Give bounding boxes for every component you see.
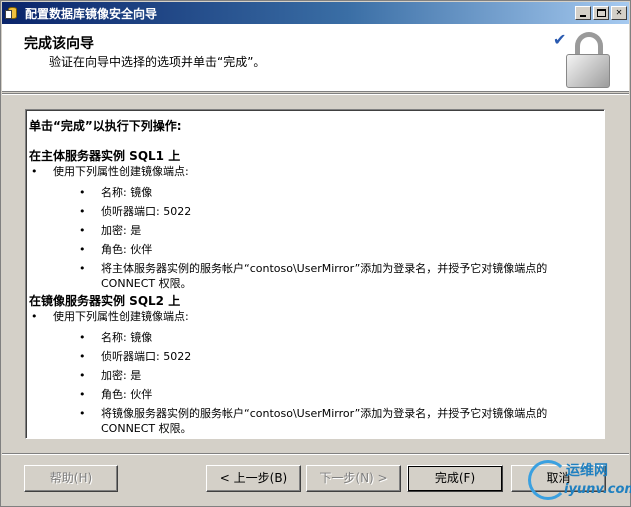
maximize-icon [597, 9, 606, 17]
list-item: • 名称: 镜像 [29, 185, 604, 200]
property-name: 名称: 镜像 [101, 331, 153, 344]
previous-button[interactable]: < 上一步(B) [206, 465, 301, 492]
finish-button[interactable]: 完成(F) [407, 465, 503, 492]
list-item: • 将主体服务器实例的服务帐户“contoso\UserMirror”添加为登录… [29, 261, 604, 291]
property-role: 角色: 伙伴 [101, 388, 153, 401]
header-divider [2, 93, 629, 95]
property-name: 名称: 镜像 [101, 186, 153, 199]
section-heading-mirror: 在镜像服务器实例 SQL2 上 [29, 294, 181, 308]
property-port: 侦听器端口: 5022 [101, 205, 192, 218]
wizard-header: 完成该向导 验证在向导中选择的选项并单击“完成”。 ✔ [2, 24, 629, 92]
watermark-url: iyunv.com [564, 482, 631, 497]
minimize-icon [580, 15, 586, 17]
next-button[interactable]: 下一步(N) > [306, 465, 401, 492]
property-port: 侦听器端口: 5022 [101, 350, 192, 363]
bullet-icon: • [31, 165, 38, 178]
title-bar[interactable]: 配置数据库镜像安全向导 ✕ [2, 2, 629, 24]
list-item: • 使用下列属性创建镜像端点: [29, 164, 604, 180]
close-button[interactable]: ✕ [611, 6, 627, 20]
window-controls: ✕ [573, 6, 627, 20]
bullet-icon: • [79, 331, 86, 344]
bullet-icon: • [79, 388, 86, 401]
bullet-icon: • [79, 186, 86, 199]
list-item: • 加密: 是 [29, 368, 604, 383]
bullet-icon: • [79, 224, 86, 237]
section-heading-principal: 在主体服务器实例 SQL1 上 [29, 149, 181, 163]
maximize-button[interactable] [593, 6, 609, 20]
property-encryption: 加密: 是 [101, 224, 142, 237]
bullet-text: 使用下列属性创建镜像端点: [53, 310, 189, 323]
bullet-icon: • [31, 310, 38, 323]
list-item: • 角色: 伙伴 [29, 387, 604, 402]
bullet-icon: • [79, 369, 86, 382]
bullet-text: 使用下列属性创建镜像端点: [53, 165, 189, 178]
list-item: • 侦听器端口: 5022 [29, 349, 604, 364]
help-button[interactable]: 帮助(H) [24, 465, 118, 492]
bullet-icon: • [79, 262, 86, 275]
property-encryption: 加密: 是 [101, 369, 142, 382]
list-item: • 角色: 伙伴 [29, 242, 604, 257]
watermark-logo: 运维网 iyunv.com [528, 458, 631, 506]
minimize-button[interactable] [575, 6, 591, 20]
database-app-icon [5, 5, 21, 21]
lock-body [566, 54, 610, 88]
bullet-icon: • [79, 350, 86, 363]
property-login: 将主体服务器实例的服务帐户“contoso\UserMirror”添加为登录名，… [101, 262, 548, 290]
list-item: • 加密: 是 [29, 223, 604, 238]
bullet-icon: • [79, 407, 86, 420]
summary-box[interactable]: 单击“完成”以执行下列操作: 在主体服务器实例 SQL1 上 • 使用下列属性创… [25, 109, 605, 439]
property-role: 角色: 伙伴 [101, 243, 153, 256]
watermark-text: 运维网 [566, 463, 608, 479]
summary-heading: 单击“完成”以执行下列操作: [29, 119, 182, 133]
checkmark-icon: ✔ [553, 30, 567, 49]
window-title: 配置数据库镜像安全向导 [25, 6, 158, 21]
list-item: • 侦听器端口: 5022 [29, 204, 604, 219]
list-item: • 使用下列属性创建镜像端点: [29, 309, 604, 325]
bullet-icon: • [79, 243, 86, 256]
wizard-window: 配置数据库镜像安全向导 ✕ 完成该向导 验证在向导中选择的选项并单击“完成”。 … [0, 0, 631, 507]
security-lock-icon: ✔ [553, 28, 613, 90]
bullet-icon: • [79, 205, 86, 218]
list-item: • 名称: 镜像 [29, 330, 604, 345]
close-icon: ✕ [615, 7, 623, 18]
page-subtitle: 验证在向导中选择的选项并单击“完成”。 [49, 55, 266, 69]
page-title: 完成该向导 [24, 36, 94, 52]
property-login: 将镜像服务器实例的服务帐户“contoso\UserMirror”添加为登录名，… [101, 407, 548, 435]
footer-divider [2, 453, 629, 455]
list-item: • 将镜像服务器实例的服务帐户“contoso\UserMirror”添加为登录… [29, 406, 604, 436]
watermark-circle-icon [528, 460, 568, 500]
